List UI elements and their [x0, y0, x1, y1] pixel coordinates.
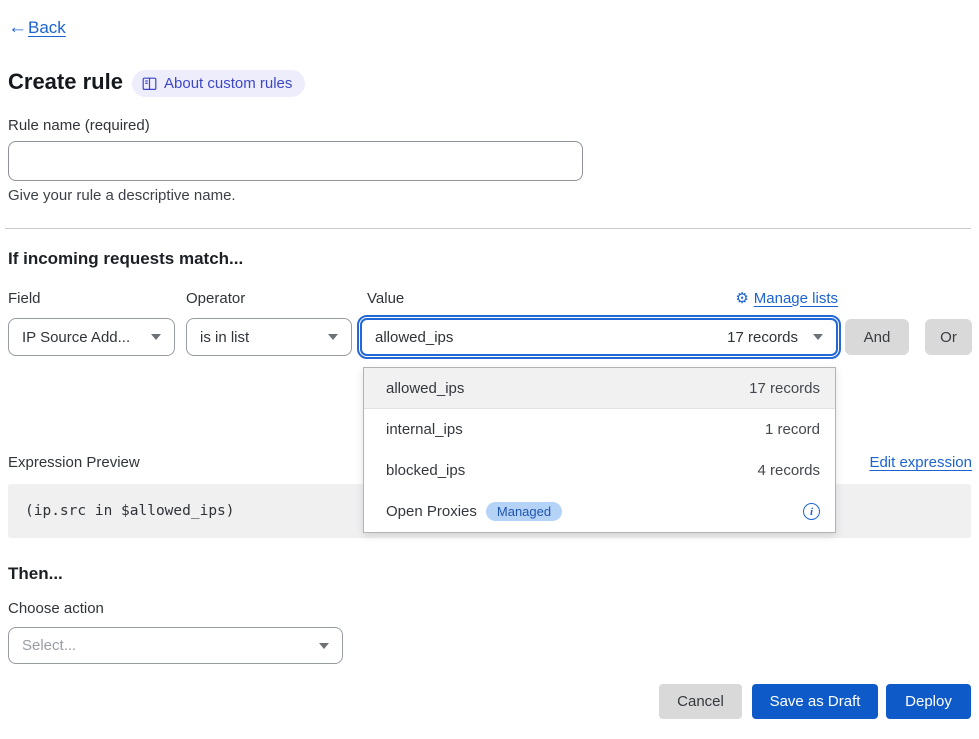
manage-lists-label: Manage lists — [754, 290, 838, 307]
field-label: Field — [8, 290, 41, 307]
list-item-blocked-ips[interactable]: blocked_ips 4 records — [364, 450, 835, 491]
about-custom-rules-label: About custom rules — [164, 75, 292, 92]
choose-action-label: Choose action — [8, 600, 104, 617]
list-dropdown-panel: allowed_ips 17 records internal_ips 1 re… — [363, 367, 836, 533]
list-item-name: blocked_ips — [386, 462, 757, 479]
field-select[interactable]: IP Source Add... — [8, 318, 175, 356]
expression-preview-label: Expression Preview — [8, 454, 140, 471]
action-select[interactable]: Select... — [8, 627, 343, 664]
or-button[interactable]: Or — [925, 319, 972, 355]
edit-expression-link[interactable]: Edit expression — [869, 454, 972, 471]
list-item-records: 4 records — [757, 462, 820, 479]
list-item-internal-ips[interactable]: internal_ips 1 record — [364, 409, 835, 450]
info-icon[interactable]: i — [803, 503, 820, 520]
rule-name-input[interactable] — [8, 141, 583, 181]
rule-name-helper-text: Give your rule a descriptive name. — [8, 187, 236, 204]
list-item-records: 1 record — [765, 421, 820, 438]
managed-badge: Managed — [486, 502, 562, 521]
value-combobox-text: allowed_ips — [375, 329, 727, 346]
value-combobox-records: 17 records — [727, 329, 798, 346]
list-item-name: allowed_ips — [386, 380, 749, 397]
list-item-open-proxies[interactable]: Open Proxies Managed i — [364, 491, 835, 532]
value-combobox[interactable]: allowed_ips 17 records — [360, 318, 838, 356]
chevron-down-icon — [328, 334, 338, 340]
back-link[interactable]: ← Back — [8, 17, 66, 39]
page-title: Create rule — [8, 69, 123, 95]
back-arrow-icon: ← — [8, 17, 27, 39]
book-icon — [142, 77, 157, 91]
chevron-down-icon — [151, 334, 161, 340]
deploy-button[interactable]: Deploy — [886, 684, 971, 719]
list-item-records: 17 records — [749, 380, 820, 397]
chevron-down-icon[interactable] — [813, 334, 823, 340]
operator-select[interactable]: is in list — [186, 318, 352, 356]
about-custom-rules-link[interactable]: About custom rules — [132, 70, 305, 97]
cancel-button[interactable]: Cancel — [659, 684, 742, 719]
create-rule-page: ← Back Create rule About custom rules Ru… — [0, 0, 979, 739]
then-section-heading: Then... — [8, 564, 63, 584]
match-section-heading: If incoming requests match... — [8, 249, 243, 269]
section-divider — [5, 228, 971, 229]
list-item-allowed-ips[interactable]: allowed_ips 17 records — [364, 368, 835, 409]
field-select-value: IP Source Add... — [22, 329, 151, 346]
action-select-placeholder: Select... — [22, 637, 319, 654]
operator-select-value: is in list — [200, 329, 328, 346]
save-as-draft-button[interactable]: Save as Draft — [752, 684, 878, 719]
operator-label: Operator — [186, 290, 245, 307]
list-item-name: Open Proxies — [386, 503, 477, 520]
back-label: Back — [28, 18, 66, 38]
chevron-down-icon — [319, 643, 329, 649]
list-item-name: internal_ips — [386, 421, 765, 438]
expression-code: (ip.src in $allowed_ips) — [25, 503, 235, 519]
gear-icon: ⚙ — [735, 289, 748, 307]
manage-lists-link[interactable]: ⚙ Manage lists — [735, 289, 838, 307]
and-button[interactable]: And — [845, 319, 909, 355]
rule-name-label: Rule name (required) — [8, 117, 150, 134]
value-label: Value — [367, 290, 404, 307]
